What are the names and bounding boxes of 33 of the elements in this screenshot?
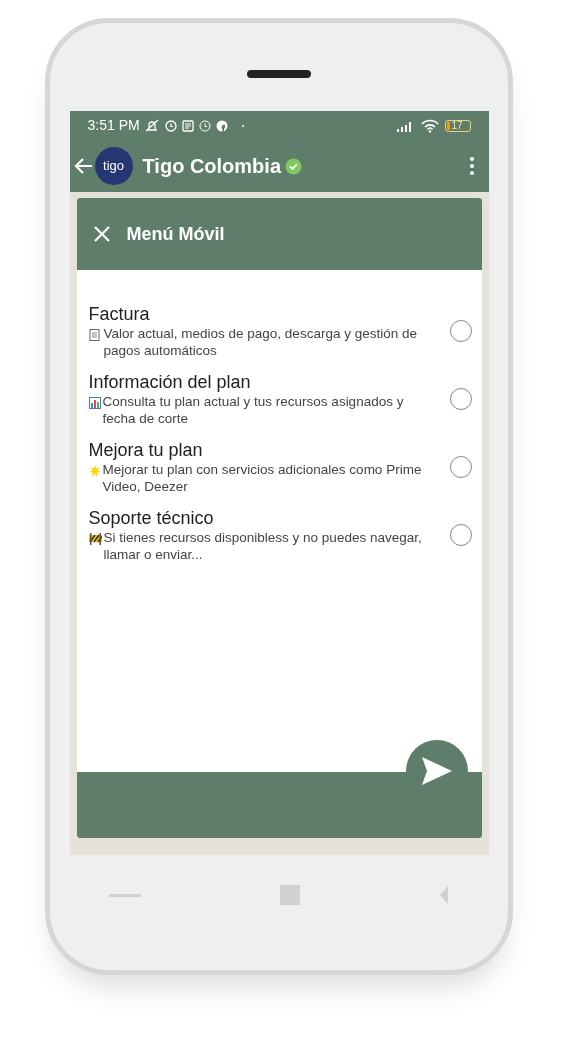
send-icon xyxy=(420,756,453,786)
wifi-icon xyxy=(420,118,439,133)
option-description: Mejorar tu plan con servicios adicionales como Prime Video, Deezer xyxy=(102,461,423,495)
back-arrow-icon[interactable] xyxy=(73,157,94,175)
facebook-icon xyxy=(215,119,228,132)
option-title: Mejora tu plan xyxy=(88,439,204,461)
menu-title: Menú Móvil xyxy=(126,222,225,246)
menu-option[interactable]: Mejora tu plan Mejorar tu plan con servicios adicionales como Prime Video, Deezer xyxy=(88,439,472,495)
construction-barrier-icon xyxy=(88,533,102,545)
menu-option[interactable]: Soporte técnico Si tienes recursos disponibless y no puedes navegar, llamar o enviar... xyxy=(88,507,472,563)
bar-chart-icon xyxy=(88,397,101,409)
option-title: Información del plan xyxy=(88,371,252,393)
alarm-clock-icon xyxy=(198,119,211,132)
speaker-grille xyxy=(247,70,311,78)
option-title: Factura xyxy=(88,303,151,325)
status-time: 3:51 PM xyxy=(87,116,140,135)
more-options-icon[interactable] xyxy=(468,156,475,176)
star-icon xyxy=(88,465,101,477)
option-description: Valor actual, medios de pago, descarga y gestión de pagos automáticos xyxy=(103,325,418,359)
option-title: Soporte técnico xyxy=(88,507,215,529)
menu-option[interactable]: Información del plan Consulta tu plan actual y tus recursos asignados y fecha de corte xyxy=(88,371,472,427)
battery-indicator: 17 xyxy=(444,119,471,132)
muted-bell-icon xyxy=(143,118,160,133)
option-description: Consulta tu plan actual y tus recursos asignados y fecha de corte xyxy=(102,393,405,427)
news-icon xyxy=(181,119,194,132)
alarm-clock-icon xyxy=(164,119,177,132)
avatar[interactable]: tigo xyxy=(94,147,133,185)
close-icon[interactable] xyxy=(92,225,111,243)
dot-icon xyxy=(240,123,245,128)
menu-option[interactable]: Factura Valor actual, medios de pago, descarga y gestión de pagos automáticos xyxy=(88,303,472,359)
option-description: Si tienes recursos disponibless y no puedes navegar, llamar o enviar... xyxy=(103,529,423,563)
document-icon xyxy=(88,329,100,341)
chat-title: Tigo Colombia xyxy=(142,154,281,179)
